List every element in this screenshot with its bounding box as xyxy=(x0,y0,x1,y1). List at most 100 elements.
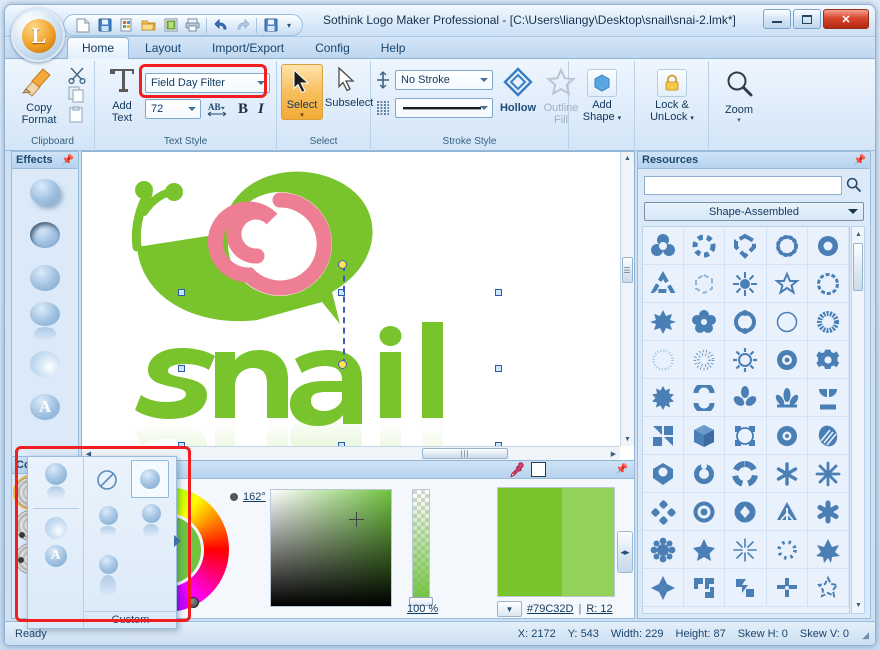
shape-item[interactable] xyxy=(643,265,685,303)
select-tool-button[interactable]: Select ▾ xyxy=(281,64,323,120)
maximize-button[interactable] xyxy=(793,9,821,29)
shape-item[interactable] xyxy=(766,303,808,341)
shape-item[interactable] xyxy=(725,379,767,417)
shape-item[interactable] xyxy=(643,417,685,455)
effect-glow-item[interactable] xyxy=(27,346,63,382)
snail-logo-artwork[interactable] xyxy=(82,152,622,460)
letter-spacing-button[interactable]: AB xyxy=(207,101,233,123)
effect-inner-shadow-item[interactable] xyxy=(27,217,63,253)
resources-scroll-thumb[interactable] xyxy=(853,243,863,291)
opacity-value[interactable]: 100 % xyxy=(407,603,438,615)
rgb-value[interactable]: R: 12 xyxy=(586,603,612,615)
shape-item[interactable] xyxy=(807,569,849,607)
shape-item[interactable] xyxy=(766,341,808,379)
search-input[interactable] xyxy=(644,176,842,195)
print-icon[interactable] xyxy=(182,16,203,35)
shape-item[interactable] xyxy=(725,341,767,379)
font-size-dropdown[interactable]: 72 xyxy=(145,99,201,119)
export-icon[interactable] xyxy=(160,16,181,35)
save-icon[interactable] xyxy=(94,16,115,35)
stroke-weight-dropdown[interactable] xyxy=(395,98,493,118)
opacity-slider-track[interactable] xyxy=(412,489,430,601)
zoom-button[interactable]: Zoom ▾ xyxy=(713,69,765,124)
tab-config[interactable]: Config xyxy=(300,37,365,59)
gradient-control-line[interactable] xyxy=(343,265,345,365)
stroke-type-dropdown[interactable]: No Stroke xyxy=(395,70,493,90)
shape-item[interactable] xyxy=(807,303,849,341)
shape-item[interactable] xyxy=(766,493,808,531)
selection-handle[interactable] xyxy=(495,289,502,296)
effect-reflection-item[interactable] xyxy=(27,301,63,341)
hex-value[interactable]: #79C32D xyxy=(527,603,573,615)
shape-item[interactable] xyxy=(766,455,808,493)
copy-format-button[interactable]: Copy Format xyxy=(13,67,65,126)
chevron-right-icon[interactable]: ▶ xyxy=(607,447,620,460)
shape-item[interactable] xyxy=(807,493,849,531)
shape-item[interactable] xyxy=(807,265,849,303)
design-canvas[interactable]: ▲ ☰ ▼ ◀ ||| ▶ xyxy=(81,151,635,461)
chevron-down-icon[interactable]: ▼ xyxy=(852,599,865,612)
add-shape-button[interactable]: Add Shape ▾ xyxy=(577,69,627,125)
font-family-dropdown[interactable]: Field Day Filter xyxy=(145,73,270,93)
collapse-panel-button[interactable]: ◂▸ xyxy=(617,531,633,573)
gradient-start-node[interactable] xyxy=(338,260,347,269)
shape-item[interactable] xyxy=(684,379,726,417)
horizontal-scroll-thumb[interactable]: ||| xyxy=(422,448,508,459)
publish-icon[interactable] xyxy=(260,16,281,35)
hue-value[interactable]: 162° xyxy=(243,491,266,503)
shape-item[interactable] xyxy=(766,265,808,303)
shape-item[interactable] xyxy=(643,531,685,569)
redo-arrow-icon[interactable] xyxy=(232,16,253,35)
paste-button[interactable] xyxy=(68,106,86,129)
shape-item[interactable] xyxy=(807,379,849,417)
canvas-vertical-scrollbar[interactable]: ▲ ☰ ▼ xyxy=(620,152,634,446)
selection-handle[interactable] xyxy=(178,365,185,372)
shape-item[interactable] xyxy=(766,569,808,607)
hue-wheel-knob[interactable] xyxy=(188,597,199,608)
tab-home[interactable]: Home xyxy=(67,37,130,59)
shape-item[interactable] xyxy=(684,569,726,607)
shape-item[interactable] xyxy=(807,417,849,455)
shape-item[interactable] xyxy=(643,227,685,265)
application-menu-button[interactable]: L xyxy=(11,8,65,62)
shape-item[interactable] xyxy=(725,303,767,341)
flyout-option-2[interactable] xyxy=(90,503,126,539)
flyout-glow-preset[interactable] xyxy=(44,517,67,539)
shape-item[interactable] xyxy=(643,455,685,493)
resize-grip-icon[interactable]: ◢ xyxy=(862,630,869,641)
color-history-dropdown[interactable]: ▼ xyxy=(497,601,522,617)
sv-cursor-icon[interactable] xyxy=(349,512,364,527)
current-color-swatch[interactable] xyxy=(530,462,546,477)
new-document-icon[interactable] xyxy=(72,16,93,35)
shape-item[interactable] xyxy=(684,531,726,569)
shape-item[interactable] xyxy=(725,569,767,607)
shape-item[interactable] xyxy=(643,303,685,341)
subselect-tool-button[interactable]: Subselect xyxy=(325,66,373,109)
shape-item[interactable] xyxy=(766,417,808,455)
shape-item[interactable] xyxy=(684,417,726,455)
shape-item[interactable] xyxy=(766,531,808,569)
effect-plain-item[interactable] xyxy=(27,260,63,296)
resource-category-dropdown[interactable]: Shape-Assembled xyxy=(644,202,864,221)
effects-flyout-panel[interactable]: A Custom xyxy=(27,456,181,629)
shape-item[interactable] xyxy=(643,569,685,607)
shape-item[interactable] xyxy=(807,531,849,569)
shape-item[interactable] xyxy=(643,379,685,417)
gradient-end-node[interactable] xyxy=(338,360,347,369)
chevron-down-icon[interactable]: ▼ xyxy=(621,433,634,446)
undo-arrow-icon[interactable] xyxy=(210,16,231,35)
shape-library-grid[interactable] xyxy=(642,226,850,614)
shape-item[interactable] xyxy=(807,455,849,493)
flyout-option-none[interactable] xyxy=(89,462,125,498)
pin-icon[interactable]: 📌 xyxy=(616,464,628,475)
shape-item[interactable] xyxy=(725,265,767,303)
effect-shadow-item[interactable] xyxy=(27,174,63,210)
shape-item[interactable] xyxy=(725,417,767,455)
saturation-value-box[interactable] xyxy=(270,489,392,607)
selection-handle[interactable] xyxy=(178,289,185,296)
color-swatch-preview[interactable] xyxy=(497,487,615,597)
shape-item[interactable] xyxy=(684,227,726,265)
shape-item[interactable] xyxy=(643,493,685,531)
add-text-button[interactable]: Add Text xyxy=(101,65,143,124)
shape-item[interactable] xyxy=(725,455,767,493)
